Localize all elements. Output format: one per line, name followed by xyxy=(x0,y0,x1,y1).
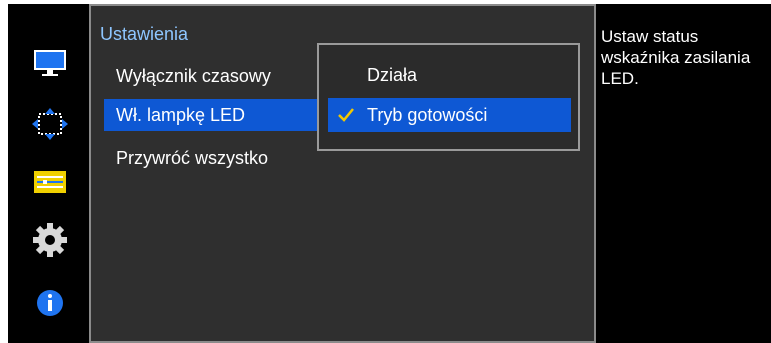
menu-item-power-led[interactable]: Wł. lampkę LED xyxy=(104,99,320,131)
checkmark-icon xyxy=(338,108,354,122)
menu-item-sleep-timer[interactable]: Wyłącznik czasowy xyxy=(104,60,320,92)
settings-sliders-icon[interactable] xyxy=(31,167,69,199)
info-icon[interactable] xyxy=(31,287,69,319)
size-position-icon[interactable] xyxy=(31,108,69,140)
submenu-option-label: Tryb gotowości xyxy=(367,105,488,125)
gear-icon[interactable] xyxy=(31,222,69,257)
submenu-option-standby[interactable]: Tryb gotowości xyxy=(328,98,571,132)
help-panel: Ustaw status wskaźnika zasilania LED. xyxy=(596,4,771,343)
submenu-option-on[interactable]: Działa xyxy=(328,58,571,92)
menu-item-reset-all[interactable]: Przywróć wszystko xyxy=(104,142,320,174)
icon-sidebar xyxy=(8,4,89,343)
monitor-icon[interactable] xyxy=(31,48,69,80)
help-text: Ustaw status wskaźnika zasilania LED. xyxy=(601,27,751,88)
submenu-option-label: Działa xyxy=(367,65,418,85)
led-submenu: Działa Tryb gotowości xyxy=(317,43,580,151)
menu-title: Ustawienia xyxy=(100,24,189,44)
